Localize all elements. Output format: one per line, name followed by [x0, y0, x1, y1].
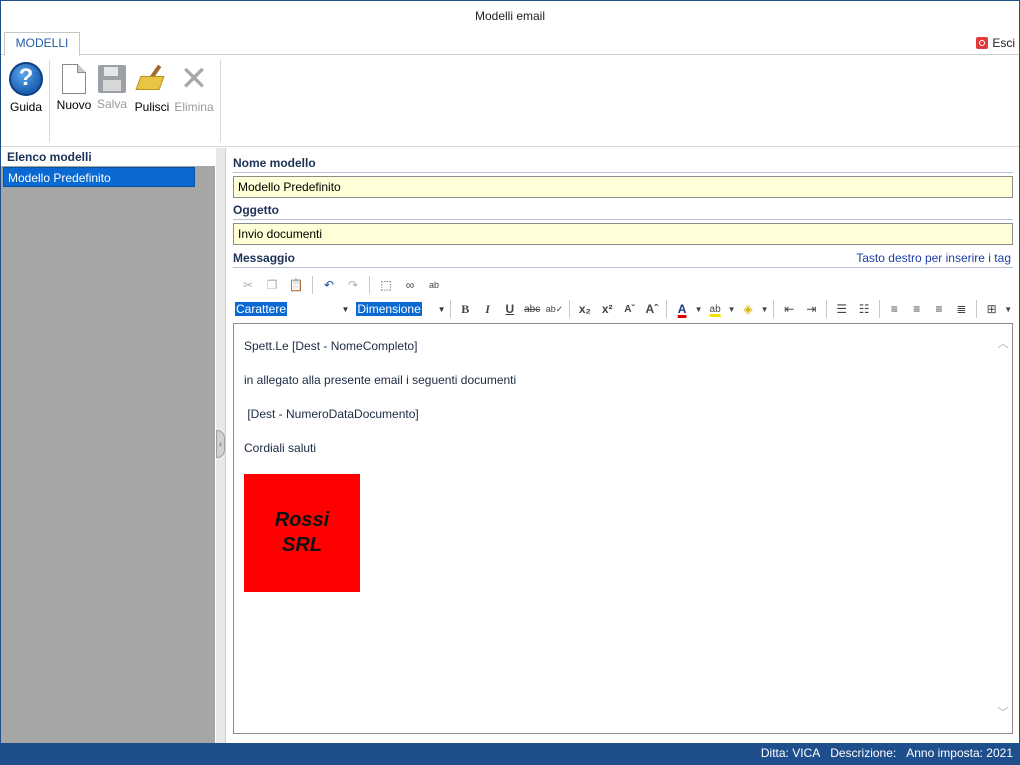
delete-x-icon: ✕ — [179, 60, 209, 98]
message-line-closing: Cordiali saluti — [244, 441, 317, 455]
spellcheck-icon[interactable]: ab✓ — [544, 299, 565, 319]
status-ditta: Ditta: VICA — [760, 746, 821, 760]
ribbon-toolbar: ? Guida Nuovo Salva Pulisci ✕ Elimina — [1, 56, 1019, 147]
tab-row: MODELLI Esci — [1, 31, 1019, 56]
exit-label: Esci — [992, 36, 1015, 50]
models-list-header: Elenco modelli — [1, 148, 215, 166]
scroll-down-icon[interactable]: ﹀ — [997, 707, 1009, 719]
insert-tag-hint: Tasto destro per inserire i tag — [856, 251, 1011, 265]
company-logo-image: Rossi SRL — [244, 474, 360, 592]
fill-bucket-icon[interactable]: ◈ — [737, 299, 758, 319]
app-window: Modelli email MODELLI Esci ? Guida Nuovo… — [0, 0, 1020, 765]
broom-icon — [135, 62, 169, 96]
help-button[interactable]: ? Guida — [3, 62, 49, 124]
editor-scrollbar[interactable]: ︿ ﹀ — [994, 324, 1012, 733]
logo-line-1: Rossi — [274, 509, 330, 531]
strikethrough-icon[interactable]: abc — [522, 299, 543, 319]
redo-icon[interactable]: ↷ — [342, 275, 364, 295]
model-name-field[interactable]: Modello Predefinito — [233, 176, 1013, 198]
status-anno-imposta: Anno imposta: 2021 — [906, 746, 1013, 760]
cut-icon[interactable]: ✂ — [237, 275, 259, 295]
subject-label: Oggetto — [233, 200, 1013, 220]
list-item-modello-predefinito[interactable]: Modello Predefinito — [3, 167, 195, 187]
panel-splitter[interactable]: ‹ — [216, 148, 226, 743]
align-left-icon[interactable]: ≡ — [884, 299, 905, 319]
exit-button[interactable]: Esci — [976, 35, 1015, 51]
window-title: Modelli email — [1, 1, 1019, 31]
models-list: Modello Predefinito — [1, 166, 215, 743]
outdent-icon[interactable]: ⇤ — [778, 299, 799, 319]
collapse-chevron-icon[interactable]: ‹ — [216, 430, 225, 458]
chevron-down-icon[interactable]: ▼ — [727, 299, 737, 319]
message-body: Spett.Le [Dest - NomeCompleto] in allega… — [244, 334, 984, 470]
message-editor[interactable]: Spett.Le [Dest - NomeCompleto] in allega… — [233, 323, 1013, 734]
editor-toolbar-format: Carattere ▼ Dimensione ▼ B I U abc ab✓ x… — [233, 297, 1013, 321]
scroll-up-icon[interactable]: ︿ — [997, 338, 1009, 350]
delete-label: Elimina — [174, 100, 214, 114]
font-grow-icon[interactable]: Aˆ — [641, 299, 662, 319]
numbered-list-icon[interactable]: ☷ — [853, 299, 874, 319]
help-label: Guida — [9, 100, 43, 114]
indent-icon[interactable]: ⇥ — [801, 299, 822, 319]
chevron-down-icon[interactable]: ▼ — [1003, 299, 1013, 319]
model-name-label: Nome modello — [233, 153, 1013, 173]
clear-button[interactable]: Pulisci — [129, 62, 175, 124]
subscript-icon[interactable]: x₂ — [574, 299, 595, 319]
ribbon-separator — [220, 60, 221, 142]
chevron-down-icon[interactable]: ▼ — [694, 299, 704, 319]
highlight-icon[interactable]: ab — [704, 299, 725, 319]
font-family-value: Carattere — [235, 302, 288, 316]
editor-toolbar-top: ✂ ❐ 📋 ↶ ↷ ⬚ ∞ ab — [233, 273, 1013, 297]
models-list-panel: Elenco modelli Modello Predefinito — [1, 148, 215, 743]
model-detail-panel: Nome modello Modello Predefinito Oggetto… — [227, 148, 1019, 743]
superscript-icon[interactable]: x² — [596, 299, 617, 319]
paste-icon[interactable]: 📋 — [285, 275, 307, 295]
delete-button[interactable]: ✕ Elimina — [171, 62, 217, 124]
logo-line-2: SRL — [282, 534, 322, 556]
subject-field[interactable]: Invio documenti — [233, 223, 1013, 245]
new-document-icon — [62, 64, 86, 94]
message-line-intro: in allegato alla presente email i seguen… — [244, 373, 517, 387]
status-bar: Ditta: VICA Descrizione: Anno imposta: 2… — [1, 743, 1019, 764]
message-line-documents: [Dest - NumeroDataDocumento] — [244, 407, 419, 421]
font-size-value: Dimensione — [356, 302, 422, 316]
tab-modelli[interactable]: MODELLI — [4, 32, 80, 56]
clear-label: Pulisci — [134, 100, 170, 114]
bulleted-list-icon[interactable]: ☰ — [831, 299, 852, 319]
font-size-combo[interactable]: Dimensione ▼ — [356, 300, 446, 318]
replace-icon[interactable]: ab — [423, 275, 445, 295]
font-shrink-icon[interactable]: Aˇ — [619, 299, 640, 319]
select-all-icon[interactable]: ⬚ — [375, 275, 397, 295]
status-descrizione: Descrizione: — [830, 746, 897, 760]
bold-icon[interactable]: B — [455, 299, 476, 319]
copy-icon[interactable]: ❐ — [261, 275, 283, 295]
underline-icon[interactable]: U — [499, 299, 520, 319]
table-icon[interactable]: ⊞ — [981, 299, 1002, 319]
help-icon: ? — [9, 62, 43, 96]
chevron-down-icon[interactable]: ▼ — [760, 299, 770, 319]
undo-icon[interactable]: ↶ — [318, 275, 340, 295]
chevron-down-icon: ▼ — [341, 304, 350, 314]
italic-icon[interactable]: I — [477, 299, 498, 319]
chevron-down-icon: ▼ — [437, 304, 446, 314]
font-family-combo[interactable]: Carattere ▼ — [235, 300, 349, 318]
font-color-icon[interactable]: A — [671, 299, 692, 319]
find-binoculars-icon[interactable]: ∞ — [399, 275, 421, 295]
message-line-greeting: Spett.Le [Dest - NomeCompleto] — [244, 339, 418, 353]
ribbon-separator — [49, 60, 50, 142]
align-center-icon[interactable]: ≡ — [906, 299, 927, 319]
align-right-icon[interactable]: ≡ — [928, 299, 949, 319]
align-justify-icon[interactable]: ≣ — [951, 299, 972, 319]
power-exit-icon — [976, 37, 989, 49]
save-disk-icon — [98, 65, 126, 93]
